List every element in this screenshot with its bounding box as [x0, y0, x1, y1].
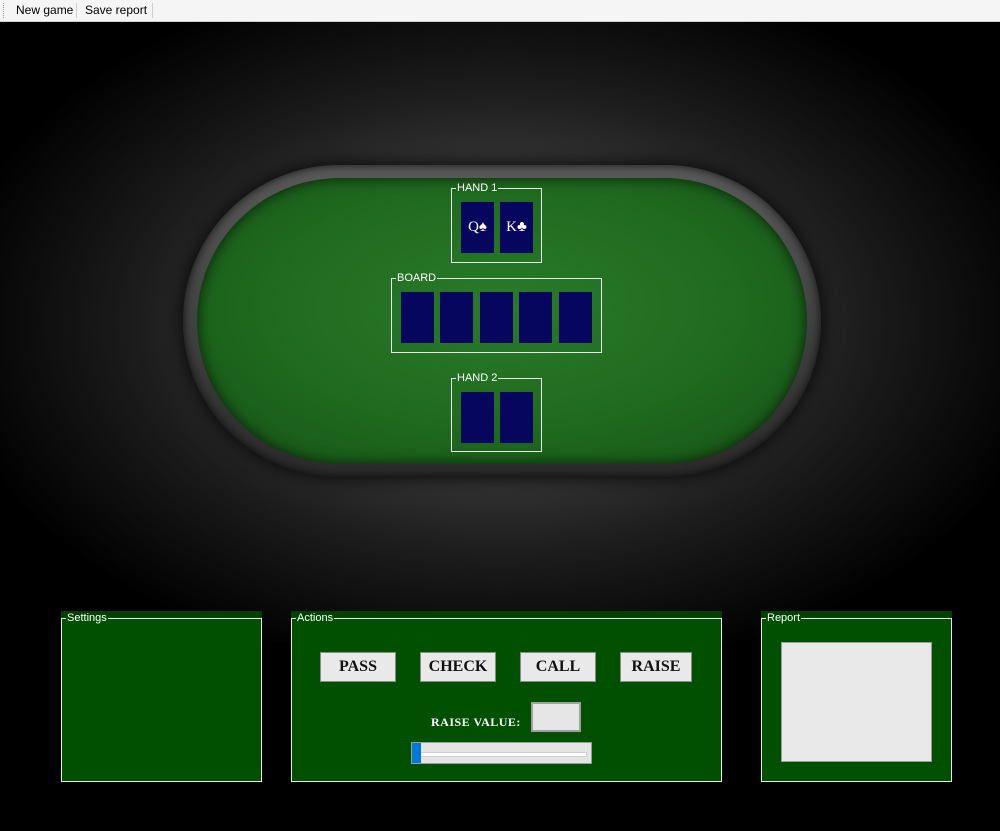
raise-value-input[interactable] — [531, 702, 581, 732]
report-legend: Report — [767, 612, 801, 624]
hand2-card-2[interactable] — [500, 392, 533, 443]
slider-track — [416, 752, 587, 757]
menu-save-report[interactable]: Save report — [77, 0, 155, 21]
board-card-5[interactable] — [559, 292, 592, 343]
hand1-legend: HAND 1 — [457, 182, 498, 194]
settings-legend: Settings — [67, 612, 107, 624]
actions-legend: Actions — [297, 612, 334, 624]
game-area: HAND 1 Q♠ K♣ BOARD HAND 2 Settings Actio… — [0, 22, 1000, 831]
settings-group: Settings — [61, 613, 262, 782]
menu-grip — [3, 3, 6, 18]
raise-value-label: RAISE VALUE: — [431, 715, 521, 729]
report-textbox[interactable] — [781, 642, 932, 762]
board-card-3[interactable] — [480, 292, 513, 343]
hand2-card-1[interactable] — [461, 392, 494, 443]
menu-bar: New game Save report — [0, 0, 1000, 22]
hand2-legend: HAND 2 — [457, 372, 498, 384]
check-button[interactable]: CHECK — [420, 652, 496, 682]
board-card-4[interactable] — [519, 292, 552, 343]
raise-button[interactable]: RAISE — [620, 652, 692, 682]
pass-button[interactable]: PASS — [320, 652, 396, 682]
raise-slider[interactable] — [411, 742, 592, 764]
board-legend: BOARD — [397, 272, 437, 284]
call-button[interactable]: CALL — [520, 652, 596, 682]
hand1-card-2[interactable]: K♣ — [500, 202, 533, 253]
slider-thumb[interactable] — [412, 743, 421, 763]
board-card-2[interactable] — [440, 292, 473, 343]
hand1-card-1[interactable]: Q♠ — [461, 202, 494, 253]
menu-separator — [152, 3, 153, 18]
board-card-1[interactable] — [401, 292, 434, 343]
menu-new-game[interactable]: New game — [8, 0, 81, 21]
